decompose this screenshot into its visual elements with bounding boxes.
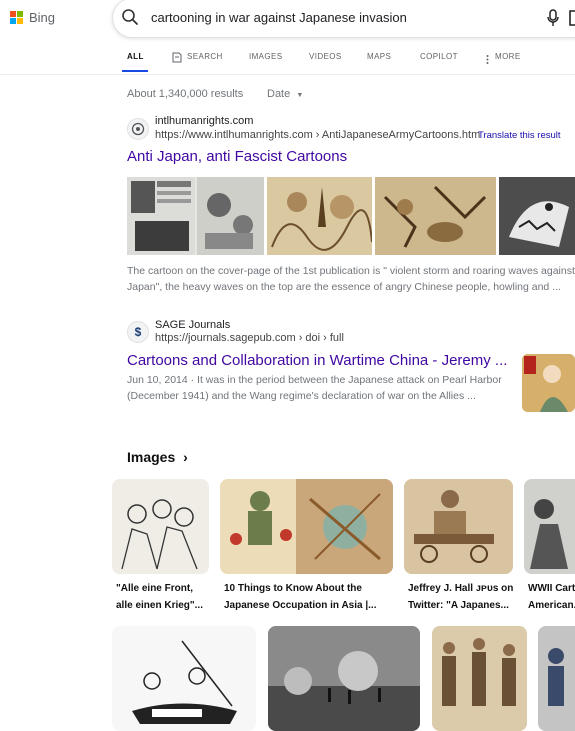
- tab-more[interactable]: MORE: [495, 52, 521, 61]
- image-card[interactable]: [112, 626, 256, 731]
- image-card[interactable]: [112, 479, 209, 574]
- visual-search-icon[interactable]: [568, 10, 575, 26]
- globe-icon: [127, 118, 149, 140]
- image-card[interactable]: [404, 479, 513, 574]
- result-thumbnail[interactable]: [375, 177, 496, 255]
- result-url[interactable]: https://www.intlhumanrights.com › AntiJa…: [155, 129, 480, 141]
- tab-videos[interactable]: VIDEOS: [309, 52, 342, 61]
- vertical-dots-icon: [486, 51, 489, 69]
- image-card[interactable]: [524, 479, 575, 574]
- caption-line: American...: [528, 600, 575, 611]
- caption-line: Twitter: "A Japanes...: [408, 600, 509, 611]
- caption-line: Japanese Occupation in Asia |...: [224, 600, 377, 611]
- image-card[interactable]: [538, 626, 575, 731]
- result-thumbnail[interactable]: [127, 177, 264, 255]
- caption-line: 10 Things to Know About the: [224, 583, 362, 594]
- snippet-line: Japan", the heavy waves on the top are t…: [127, 281, 561, 293]
- caret-down-icon: ▼: [296, 92, 304, 99]
- results-count: About 1,340,000 results: [127, 88, 244, 100]
- caption-line: WWII Cart: [528, 583, 575, 594]
- brand-name: Bing: [29, 10, 56, 25]
- date-filter-label: Date: [267, 88, 291, 100]
- copilot-search-icon: [171, 50, 183, 68]
- tab-images[interactable]: IMAGES: [249, 52, 283, 61]
- result-snippet: Jun 10, 2014 · It was in the period betw…: [127, 372, 517, 404]
- image-caption[interactable]: "Alle eine Front, alle einen Krieg"...: [116, 580, 203, 614]
- caption-line: "Alle eine Front,: [116, 583, 193, 594]
- search-icon[interactable]: [121, 8, 139, 26]
- result-thumbnail[interactable]: [522, 354, 575, 412]
- result-site-name[interactable]: intlhumanrights.com: [155, 115, 253, 127]
- microphone-icon[interactable]: [546, 9, 560, 27]
- snippet-line: The cartoon on the cover-page of the 1st…: [127, 265, 575, 277]
- result-title[interactable]: Cartoons and Collaboration in Wartime Ch…: [127, 352, 507, 369]
- tab-all[interactable]: ALL: [127, 52, 144, 61]
- active-tab-indicator: [122, 70, 148, 72]
- translate-link[interactable]: Translate this result: [478, 130, 561, 141]
- result-title[interactable]: Anti Japan, anti Fascist Cartoons: [127, 148, 347, 165]
- image-card[interactable]: [432, 626, 527, 731]
- image-caption[interactable]: Jeffrey J. Hall ᴊᴘᴜs on Twitter: "A Japa…: [408, 580, 513, 614]
- image-caption[interactable]: WWII Cart American...: [528, 580, 575, 614]
- image-caption[interactable]: 10 Things to Know About the Japanese Occ…: [224, 580, 376, 614]
- result-thumbnail[interactable]: [267, 177, 372, 255]
- bing-logo[interactable]: Bing: [10, 10, 55, 25]
- sage-journals-icon: $: [127, 321, 149, 343]
- images-heading-label: Images: [127, 449, 176, 465]
- tab-search[interactable]: SEARCH: [187, 52, 223, 61]
- caption-line: Jeffrey J. Hall ᴊᴘᴜs on: [408, 583, 514, 594]
- result-thumbnail[interactable]: [499, 177, 575, 255]
- tab-maps[interactable]: MAPS: [367, 52, 391, 61]
- snippet-line: (December 1941) and the Wang regime's de…: [127, 390, 476, 402]
- images-heading[interactable]: Images ›: [127, 449, 188, 465]
- tab-copilot[interactable]: COPILOT: [420, 52, 458, 61]
- date-filter[interactable]: Date ▼: [267, 88, 303, 100]
- caption-line: alle einen Krieg"...: [116, 600, 203, 611]
- result-snippet: The cartoon on the cover-page of the 1st…: [127, 263, 575, 295]
- image-card[interactable]: [220, 479, 393, 574]
- search-input[interactable]: cartooning in war against Japanese invas…: [151, 10, 407, 25]
- microsoft-logo-icon: [10, 11, 23, 24]
- snippet-line: Jun 10, 2014 · It was in the period betw…: [127, 374, 502, 386]
- result-url[interactable]: https://journals.sagepub.com › doi › ful…: [155, 332, 344, 344]
- image-card[interactable]: [268, 626, 420, 731]
- chevron-right-icon: ›: [183, 449, 188, 465]
- result-site-name[interactable]: SAGE Journals: [155, 319, 230, 331]
